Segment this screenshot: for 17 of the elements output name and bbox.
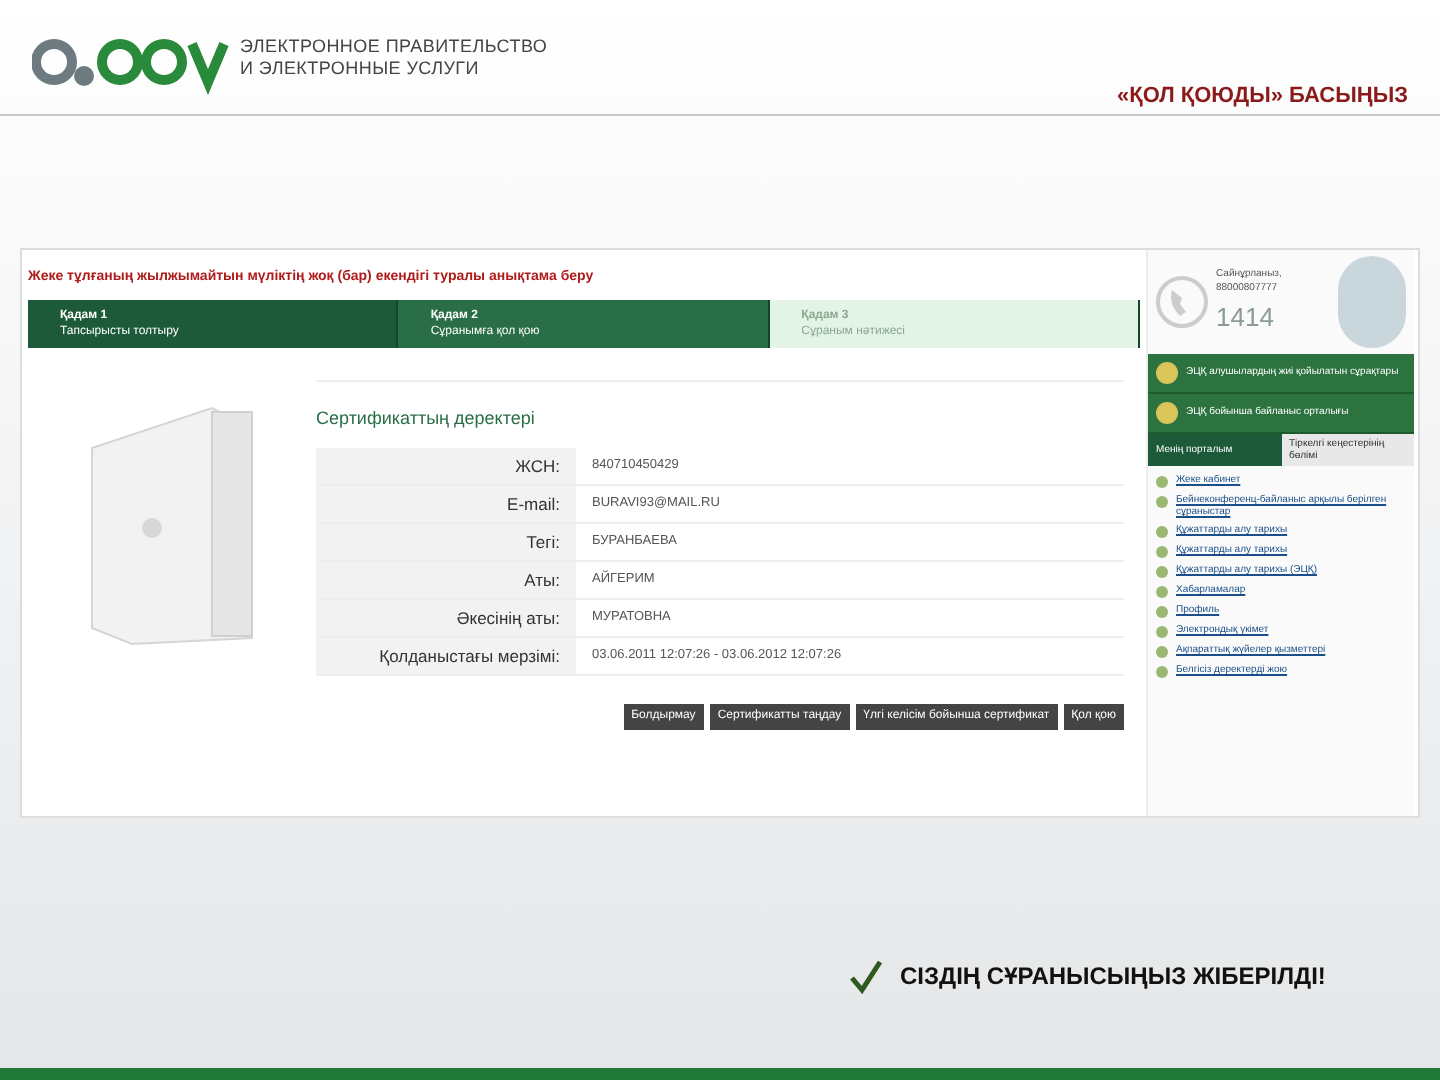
slide-title: «ҚОЛ ҚОЮДЫ» БАСЫҢЫЗ — [1117, 82, 1408, 112]
operator-photo-placeholder — [1338, 256, 1406, 348]
badge-icon — [1156, 362, 1178, 384]
phone-icon — [1156, 276, 1208, 328]
portal-subtitle: ЭЛЕКТРОННОЕ ПРАВИТЕЛЬСТВО — [240, 36, 548, 58]
success-message: СІЗДІҢ СҰРАНЫСЫҢЫЗ ЖІБЕРІЛДІ! — [900, 960, 1326, 994]
field-label: E-mail: — [316, 486, 576, 522]
field-label: Әкесінің аты: — [316, 600, 576, 636]
call-center-number: 1414 — [1216, 299, 1276, 336]
badge-icon — [1156, 402, 1178, 424]
checkmark-icon — [848, 958, 884, 994]
section-title: Сертификаттың деректері — [316, 405, 537, 432]
field-label: ЖСН: — [316, 448, 576, 484]
field-label: Тегі: — [316, 524, 576, 560]
portal-subtitle: И ЭЛЕКТРОННЫЕ УСЛУГИ — [240, 58, 481, 80]
field-label: Аты: — [316, 562, 576, 598]
field-label: Қолданыстағы мерзімі: — [316, 638, 576, 674]
